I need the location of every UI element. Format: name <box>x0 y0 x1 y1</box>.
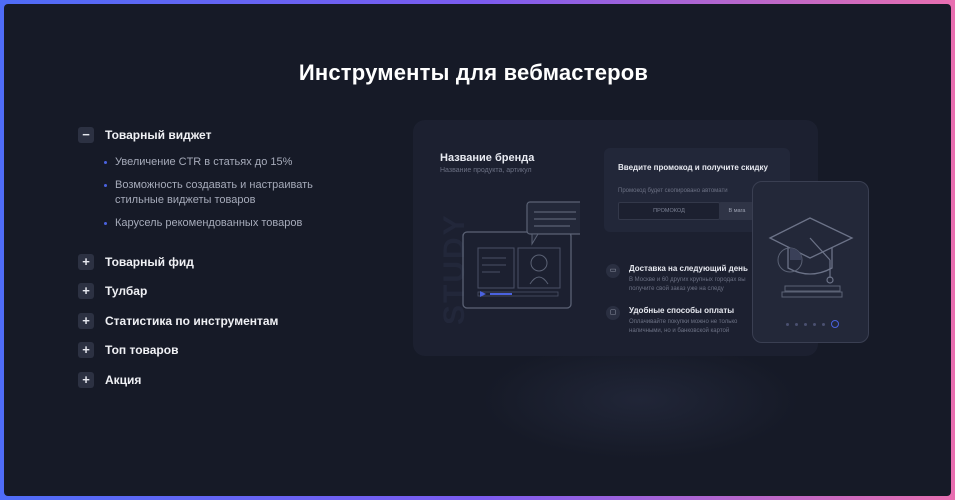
accordion-header-toolbar[interactable]: + Тулбар <box>78 280 378 302</box>
carousel-dot[interactable] <box>813 322 816 326</box>
accordion-item-widget: − Товарный виджет Увеличение CTR в стать… <box>78 124 378 243</box>
truck-icon: ▭ <box>606 264 620 278</box>
list-item: Возможность создавать и настраивать стил… <box>104 178 378 208</box>
expand-button[interactable]: + <box>78 283 94 299</box>
expand-button[interactable]: + <box>78 342 94 358</box>
carousel-dot[interactable] <box>804 322 807 326</box>
accordion-item-toolbar: + Тулбар <box>78 280 378 302</box>
carousel-dot[interactable] <box>786 322 789 326</box>
accordion-item-top: + Топ товаров <box>78 339 378 361</box>
accordion-label: Статистика по инструментам <box>105 313 279 328</box>
accordion-header-promo[interactable]: + Акция <box>78 369 378 391</box>
accordion-body-widget: Увеличение CTR в статьях до 15% Возможно… <box>78 146 378 243</box>
bullet-icon <box>104 184 107 187</box>
expand-button[interactable]: + <box>78 253 94 270</box>
promo-apply-button[interactable]: В мага <box>719 202 755 220</box>
page-title: Инструменты для вебмастеров <box>298 60 649 85</box>
card-icon: ▢ <box>606 306 620 320</box>
brand-subtitle: Название продукта, артикул <box>440 167 532 174</box>
accordion-label: Топ товаров <box>105 343 179 357</box>
promo-title: Введите промокод и получите скидку <box>618 163 768 172</box>
accordion-label: Товарный фид <box>105 254 194 269</box>
accordion: − Товарный виджет Увеличение CTR в стать… <box>78 124 378 398</box>
list-item: Карусель рекомендованных товаров <box>104 216 378 231</box>
feature-desc: Оплачивайте покупки можно не только нали… <box>629 319 738 334</box>
carousel-dot[interactable] <box>795 322 798 326</box>
accordion-header-widget[interactable]: − Товарный виджет <box>78 124 378 146</box>
feature-title: Удобные способы оплаты <box>629 306 735 315</box>
preview-glow <box>480 340 800 460</box>
accordion-header-feed[interactable]: + Товарный фид <box>78 251 378 273</box>
accordion-item-feed: + Товарный фид <box>78 251 378 273</box>
accordion-header-stats[interactable]: + Статистика по инструментам <box>78 310 378 332</box>
collapse-button[interactable]: − <box>78 127 94 143</box>
carousel-dot-active[interactable] <box>831 320 839 328</box>
accordion-item-promo: + Акция <box>78 369 378 391</box>
feature-title: Доставка на следующий день <box>629 264 748 273</box>
accordion-item-stats: + Статистика по инструментам <box>78 310 378 332</box>
carousel-dots <box>786 320 839 328</box>
accordion-header-top[interactable]: + Топ товаров <box>78 339 378 361</box>
list-item: Увеличение CTR в статьях до 15% <box>104 155 378 170</box>
accordion-label: Товарный виджет <box>105 128 212 142</box>
expand-button[interactable]: + <box>78 371 94 388</box>
laptop-illustration-icon <box>462 201 580 309</box>
brand-title: Название бренда <box>440 152 535 164</box>
promo-hint: Промокод будет скопировано автомати <box>618 188 728 194</box>
bullet-text: Карусель рекомендованных товаров <box>115 217 303 229</box>
carousel-dot[interactable] <box>822 322 825 326</box>
bullet-icon <box>104 161 107 164</box>
feature-desc: В Москве и 60 других крупных городах вы … <box>629 277 746 292</box>
promo-code-input[interactable]: ПРОМОКОД <box>618 202 720 220</box>
bullet-text: Возможность создавать и настраивать стил… <box>115 179 313 206</box>
bullet-text: Увеличение CTR в статьях до 15% <box>115 156 293 168</box>
accordion-label: Акция <box>105 372 142 387</box>
graduation-cap-icon <box>768 217 854 298</box>
accordion-label: Тулбар <box>105 284 148 298</box>
bullet-icon <box>104 222 107 225</box>
expand-button[interactable]: + <box>78 312 94 329</box>
